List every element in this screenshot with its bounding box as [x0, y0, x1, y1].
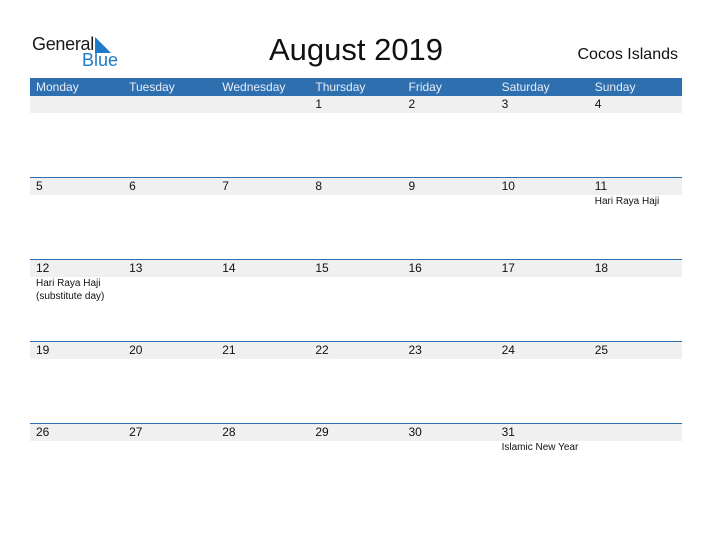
day-number — [222, 96, 309, 113]
day-number: 28 — [222, 425, 236, 439]
day-cell: 25 — [589, 342, 682, 359]
day-number: 7 — [222, 179, 229, 193]
day-cell: 30 — [403, 424, 496, 454]
day-number: 5 — [36, 179, 43, 193]
day-cell: 17 — [496, 260, 589, 303]
day-number: 26 — [36, 425, 50, 439]
day-number: 8 — [315, 179, 323, 193]
day-cell — [589, 424, 682, 454]
weekday-tuesday: Tuesday — [129, 80, 175, 94]
day-number: 18 — [594, 261, 609, 275]
day-cell: 21 — [216, 342, 309, 359]
holiday-label: Hari Raya Haji (substitute day) — [36, 278, 105, 302]
week-row: 1 2 3 4 — [30, 96, 682, 177]
weekday-header: Monday Tuesday Wednesday Thursday Friday… — [30, 78, 682, 96]
week-days: 12 Hari Raya Haji (substitute day) 13 14 15 1… — [30, 260, 682, 303]
day-number: 1 — [315, 97, 323, 111]
week-row: 5 6 7 8 9 10 11 Hari Raya Haji — [30, 177, 682, 259]
weekday-wednesday: Wednesday — [222, 80, 286, 94]
day-cell: 14 — [216, 260, 309, 303]
day-number — [129, 96, 216, 113]
day-cell: 23 — [403, 342, 496, 359]
day-cell: 9 — [403, 178, 496, 208]
day-number: 17 — [501, 261, 515, 275]
day-number: 20 — [129, 343, 143, 357]
day-number: 14 — [222, 261, 236, 275]
day-cell: 6 — [123, 178, 216, 208]
day-cell: 22 — [309, 342, 402, 359]
day-number: 19 — [36, 343, 50, 357]
country-label: Cocos Islands — [577, 46, 679, 63]
day-number: 30 — [408, 425, 422, 439]
weekday-thursday: Thursday — [315, 80, 366, 94]
day-number: 24 — [501, 343, 515, 357]
day-cell: 15 — [309, 260, 402, 303]
day-cell: 4 — [589, 96, 682, 113]
day-cell — [216, 96, 309, 113]
day-number: 13 — [129, 261, 143, 275]
day-number: 11 — [594, 179, 608, 193]
day-cell: 12 Hari Raya Haji (substitute day) — [30, 260, 123, 303]
holiday-label: Islamic New Year — [501, 442, 579, 453]
day-number — [595, 424, 682, 441]
day-number: 10 — [501, 179, 515, 193]
day-cell: 26 — [30, 424, 123, 454]
day-number: 9 — [408, 179, 416, 193]
day-cell: 10 — [496, 178, 589, 208]
day-number: 21 — [222, 343, 236, 357]
day-cell: 31 Islamic New Year — [496, 424, 589, 454]
day-number: 4 — [594, 97, 602, 111]
weekday-friday: Friday — [408, 80, 442, 94]
week-row: 12 Hari Raya Haji (substitute day) 13 14 15 1… — [30, 259, 682, 341]
weekday-sunday: Sunday — [594, 80, 636, 94]
holiday-label: Hari Raya Haji — [594, 196, 660, 207]
day-number: 15 — [315, 261, 329, 275]
day-number: 22 — [315, 343, 329, 357]
day-cell: 24 — [496, 342, 589, 359]
day-number: 12 — [36, 261, 50, 275]
day-cell: 7 — [216, 178, 309, 208]
day-number: 3 — [501, 97, 509, 111]
day-number: 27 — [129, 425, 143, 439]
weekday-saturday: Saturday — [501, 80, 550, 94]
day-cell — [30, 96, 123, 113]
day-number: 31 — [501, 425, 515, 439]
day-number: 2 — [408, 97, 416, 111]
day-cell: 16 — [403, 260, 496, 303]
day-cell: 27 — [123, 424, 216, 454]
day-number: 16 — [408, 261, 422, 275]
calendar-grid: Monday Tuesday Wednesday Thursday Friday… — [30, 78, 682, 505]
week-row: 26 27 28 29 30 31 Islamic New Year — [30, 423, 682, 505]
week-days: 5 6 7 8 9 10 11 Hari Raya Haji — [30, 178, 682, 208]
day-number: 29 — [315, 425, 329, 439]
day-cell: 3 — [496, 96, 589, 113]
week-days: 19 20 21 22 23 24 25 — [30, 342, 682, 359]
day-number: 23 — [408, 343, 422, 357]
day-cell: 19 — [30, 342, 123, 359]
day-cell: 1 — [309, 96, 402, 113]
day-cell: 2 — [403, 96, 496, 113]
week-days: 26 27 28 29 30 31 Islamic New Year — [30, 424, 682, 454]
day-cell: 8 — [309, 178, 402, 208]
day-cell: 13 — [123, 260, 216, 303]
day-number: 25 — [594, 343, 609, 357]
day-cell: 18 — [589, 260, 682, 303]
day-cell: 11 Hari Raya Haji — [589, 178, 682, 208]
day-number — [36, 96, 123, 113]
week-days: 1 2 3 4 — [30, 96, 682, 113]
day-number: 6 — [129, 179, 136, 193]
weekday-monday: Monday — [36, 80, 79, 94]
day-cell: 20 — [123, 342, 216, 359]
day-cell — [123, 96, 216, 113]
week-row: 19 20 21 22 23 24 25 — [30, 341, 682, 423]
day-cell: 28 — [216, 424, 309, 454]
day-cell: 5 — [30, 178, 123, 208]
day-cell: 29 — [309, 424, 402, 454]
